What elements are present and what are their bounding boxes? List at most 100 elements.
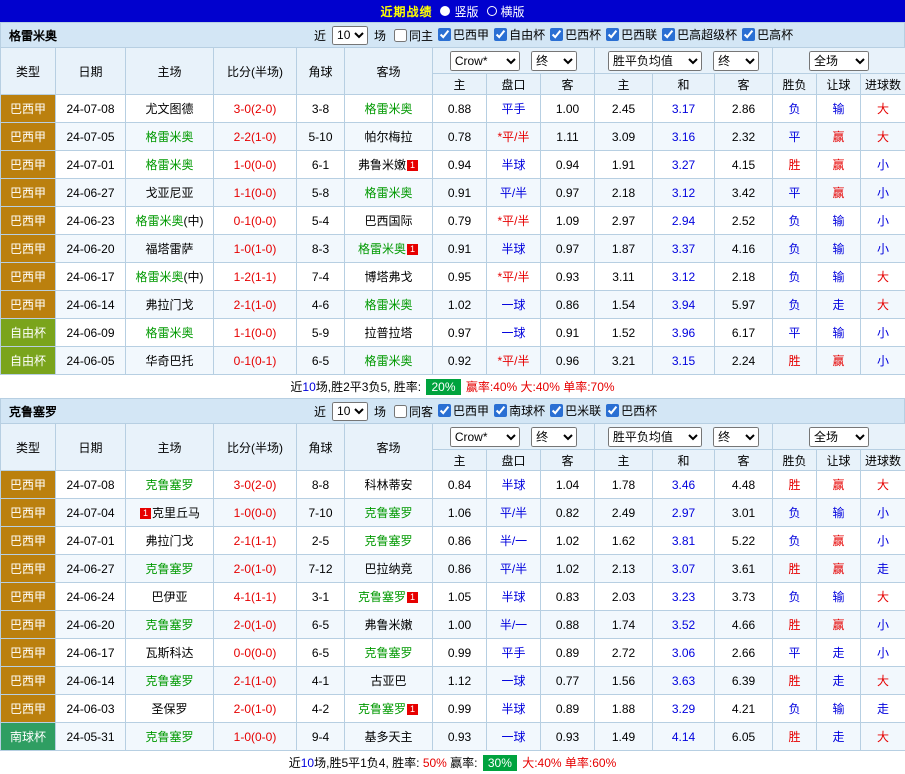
league-filter[interactable]: 巴西杯 <box>606 402 657 419</box>
league-checkbox[interactable] <box>606 404 619 417</box>
away-team-name: 克鲁塞罗 <box>364 646 412 660</box>
away-team-name: 帕尔梅拉 <box>364 130 412 144</box>
europe-odds-select[interactable]: 胜平负均值 <box>608 427 702 447</box>
league-checkbox[interactable] <box>438 404 451 417</box>
handicap-result: 走 <box>817 723 861 751</box>
final-score: 2-0(1-0) <box>214 555 297 583</box>
outcome-result: 胜 <box>773 555 817 583</box>
home-team: 瓦斯科达 <box>126 639 214 667</box>
europe-final-select[interactable]: 终 <box>713 51 759 71</box>
league-checkbox[interactable] <box>550 28 563 41</box>
asia-handicap-line: 一球 <box>487 723 541 751</box>
competition-type: 巴西甲 <box>1 527 56 555</box>
home-team-name: 格雷米奥 <box>145 158 193 172</box>
league-filter[interactable]: 自由杯 <box>494 26 545 43</box>
bookmaker-select[interactable]: Crow* <box>450 427 520 447</box>
goals-result: 大 <box>861 723 905 751</box>
europe-draw-odds: 3.37 <box>653 235 715 263</box>
league-filter[interactable]: 巴米联 <box>550 402 601 419</box>
league-checkbox[interactable] <box>494 28 507 41</box>
europe-away-odds: 3.42 <box>715 179 773 207</box>
competition-type: 巴西甲 <box>1 695 56 723</box>
asia-away-odds: 0.97 <box>541 235 595 263</box>
league-filter[interactable]: 巴高超级杯 <box>662 26 737 43</box>
asia-home-odds: 0.88 <box>433 95 487 123</box>
subcol-asia-away: 客 <box>541 74 595 95</box>
europe-final-select[interactable]: 终 <box>713 427 759 447</box>
league-checkbox[interactable] <box>550 404 563 417</box>
radio-selected-icon[interactable] <box>440 6 450 16</box>
asia-handicap-line: 一球 <box>487 291 541 319</box>
league-filter[interactable]: 南球杯 <box>494 402 545 419</box>
result-header-cell: 全场 <box>773 424 905 450</box>
layout-radio-vertical[interactable]: 竖版 <box>440 3 478 20</box>
away-team-name: 拉普拉塔 <box>364 326 412 340</box>
league-filter[interactable]: 巴西甲 <box>438 402 489 419</box>
subcol-handicap: 让球 <box>817 450 861 471</box>
away-team-name: 基多天主 <box>364 730 412 744</box>
europe-draw-odds: 3.96 <box>653 319 715 347</box>
competition-type: 巴西甲 <box>1 95 56 123</box>
layout-radio-horizontal[interactable]: 横版 <box>487 3 525 20</box>
bookmaker-select[interactable]: Crow* <box>450 51 520 71</box>
asia-final-select[interactable]: 终 <box>531 427 577 447</box>
subcol-europe-draw: 和 <box>653 450 715 471</box>
games-label: 场 <box>374 27 386 44</box>
team-section: 克鲁塞罗 近 10 场 同客 巴西甲南球杯巴米联巴西杯 <box>0 398 905 774</box>
corner-score: 5-9 <box>297 319 345 347</box>
league-checkbox[interactable] <box>606 28 619 41</box>
fulltime-select[interactable]: 全场 <box>809 427 869 447</box>
league-filter[interactable]: 巴西甲 <box>438 26 489 43</box>
same-venue-checkbox[interactable] <box>394 405 407 418</box>
summary-bar: 近10场,胜5平1负4, 胜率: 50% 赢率: 30% 大:40% 单率:60… <box>0 751 905 774</box>
same-venue-filter[interactable]: 同客 <box>394 403 433 420</box>
subcol-europe-home: 主 <box>595 74 653 95</box>
fulltime-select[interactable]: 全场 <box>809 51 869 71</box>
europe-odds-select[interactable]: 胜平负均值 <box>608 51 702 71</box>
asia-odds-header-cell: Crow* 终 <box>433 424 595 450</box>
asia-home-odds: 0.92 <box>433 347 487 375</box>
handicap-result: 赢 <box>817 527 861 555</box>
home-team-name: 巴伊亚 <box>151 590 187 604</box>
outcome-result: 胜 <box>773 667 817 695</box>
home-team: 克鲁塞罗 <box>126 555 214 583</box>
col-header-away: 客场 <box>345 48 433 95</box>
radio-unselected-icon[interactable] <box>487 6 497 16</box>
venue-suffix: (中) <box>184 270 204 284</box>
europe-draw-odds: 3.29 <box>653 695 715 723</box>
europe-away-odds: 2.24 <box>715 347 773 375</box>
competition-type: 巴西甲 <box>1 263 56 291</box>
corner-score: 7-10 <box>297 499 345 527</box>
asia-handicap-line: 平/半 <box>487 179 541 207</box>
asia-home-odds: 0.91 <box>433 235 487 263</box>
league-checkbox[interactable] <box>494 404 507 417</box>
league-checkbox[interactable] <box>662 28 675 41</box>
asia-away-odds: 1.11 <box>541 123 595 151</box>
same-venue-filter[interactable]: 同主 <box>394 27 433 44</box>
final-score: 2-1(1-0) <box>214 291 297 319</box>
match-date: 24-06-27 <box>56 179 126 207</box>
match-date: 24-06-17 <box>56 263 126 291</box>
league-checkbox[interactable] <box>742 28 755 41</box>
match-count-select[interactable]: 10 <box>332 26 368 45</box>
same-venue-checkbox[interactable] <box>394 29 407 42</box>
home-team: 克鲁塞罗 <box>126 471 214 499</box>
asia-home-odds: 0.79 <box>433 207 487 235</box>
league-filter[interactable]: 巴高杯 <box>742 26 793 43</box>
team-section: 格雷米奥 近 10 场 同主 巴西甲自由杯巴西杯巴西联巴高超级杯巴高杯 <box>0 22 905 398</box>
home-team: 克鲁塞罗 <box>126 667 214 695</box>
league-filter[interactable]: 巴西联 <box>606 26 657 43</box>
europe-home-odds: 1.49 <box>595 723 653 751</box>
home-team-name: 克里丘马 <box>152 506 200 520</box>
goals-result: 小 <box>861 319 905 347</box>
league-checkbox[interactable] <box>438 28 451 41</box>
match-date: 24-07-01 <box>56 151 126 179</box>
europe-draw-odds: 3.07 <box>653 555 715 583</box>
league-filter[interactable]: 巴西杯 <box>550 26 601 43</box>
home-team-name: 克鲁塞罗 <box>145 618 193 632</box>
away-team: 克鲁塞罗 <box>345 499 433 527</box>
match-count-select[interactable]: 10 <box>332 402 368 421</box>
asia-handicap-line: 半球 <box>487 151 541 179</box>
col-header-score: 比分(半场) <box>214 48 297 95</box>
asia-final-select[interactable]: 终 <box>531 51 577 71</box>
